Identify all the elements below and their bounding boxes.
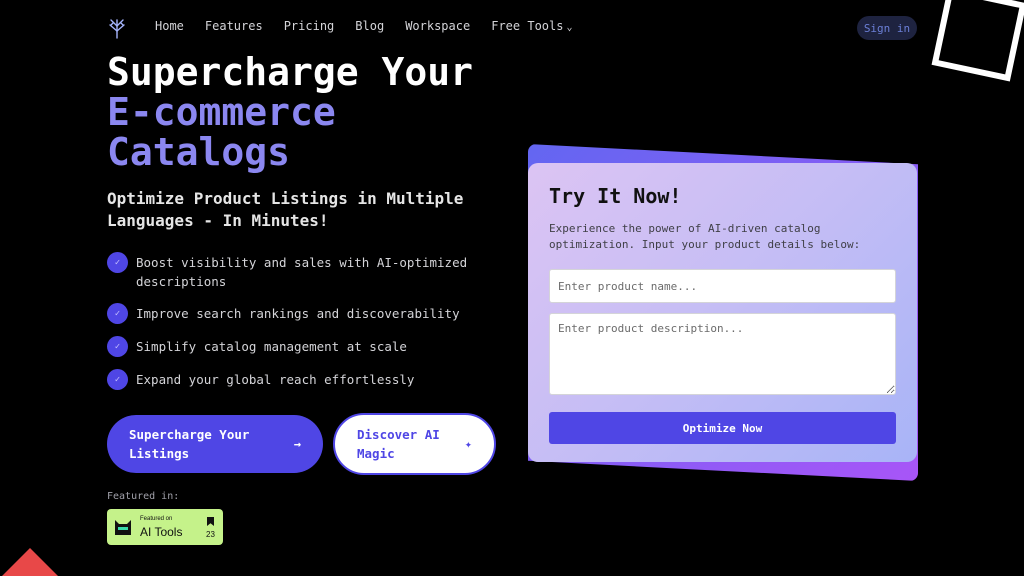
supercharge-listings-label: Supercharge Your Listings — [129, 427, 250, 461]
feature-item: ✓ Expand your global reach effortlessly — [107, 369, 487, 390]
try-it-description: Experience the power of AI-driven catalo… — [549, 222, 861, 251]
feature-text: Expand your global reach effortlessly — [136, 372, 415, 387]
nav-free-tools[interactable]: Free Tools ⌄ — [491, 19, 572, 33]
nav-home[interactable]: Home — [155, 19, 184, 33]
supercharge-listings-button[interactable]: Supercharge Your Listings → — [107, 415, 323, 473]
feature-text: Boost visibility and sales with AI-optim… — [136, 255, 468, 289]
nav-pricing[interactable]: Pricing — [284, 19, 335, 33]
check-icon: ✓ — [107, 369, 128, 390]
try-it-panel: Try It Now! Experience the power of AI-d… — [528, 163, 917, 462]
hero-subtitle: Optimize Product Listings in Multiple La… — [107, 189, 464, 230]
sign-in-button[interactable]: Sign in — [857, 16, 917, 40]
badge-count: 23 — [206, 530, 215, 539]
feature-text: Improve search rankings and discoverabil… — [136, 306, 460, 321]
bookmark-icon — [207, 517, 214, 526]
hero-title: Supercharge Your E-commerce Catalogs — [107, 52, 473, 172]
product-description-input[interactable] — [549, 313, 896, 395]
feature-item: ✓ Boost visibility and sales with AI-opt… — [107, 252, 487, 291]
check-icon: ✓ — [107, 252, 128, 273]
try-it-title: Try It Now! — [549, 184, 682, 208]
arrow-right-icon: → — [293, 436, 301, 451]
badge-featured-on: Featured on — [140, 516, 173, 522]
nav-blog[interactable]: Blog — [355, 19, 384, 33]
chevron-down-icon: ⌄ — [566, 22, 573, 33]
feature-item: ✓ Simplify catalog management at scale — [107, 336, 487, 357]
check-icon: ✓ — [107, 336, 128, 357]
top-navigation: Home Features Pricing Blog Workspace Fre… — [0, 0, 1024, 56]
feature-item: ✓ Improve search rankings and discoverab… — [107, 303, 487, 324]
sparkle-icon: ✦ — [464, 436, 472, 451]
ai-tools-badge[interactable]: Featured on AI Tools 23 — [107, 509, 223, 545]
discover-ai-magic-button[interactable]: Discover AI Magic ✦ — [333, 413, 496, 475]
hero-title-line1: Supercharge Your — [107, 50, 474, 94]
hero-title-line2: E-commerce — [107, 90, 336, 134]
discover-ai-magic-label: Discover AI Magic — [357, 427, 440, 461]
nav-workspace[interactable]: Workspace — [405, 19, 470, 33]
optimize-now-button[interactable]: Optimize Now — [549, 412, 896, 444]
feature-list: ✓ Boost visibility and sales with AI-opt… — [107, 252, 487, 403]
badge-ai-tools: AI Tools — [140, 525, 183, 539]
hero-title-line3: Catalogs — [107, 130, 291, 174]
product-name-input[interactable] — [549, 269, 896, 303]
cat-mascot-icon — [115, 520, 131, 535]
nav-links: Home Features Pricing Blog Workspace Fre… — [155, 19, 573, 33]
feature-text: Simplify catalog management at scale — [136, 339, 407, 354]
check-icon: ✓ — [107, 303, 128, 324]
featured-in-label: Featured in: — [107, 491, 180, 502]
decorative-triangle — [0, 548, 60, 576]
nav-features[interactable]: Features — [205, 19, 263, 33]
tree-logo-icon[interactable] — [108, 17, 126, 39]
nav-free-tools-label: Free Tools — [491, 19, 564, 33]
